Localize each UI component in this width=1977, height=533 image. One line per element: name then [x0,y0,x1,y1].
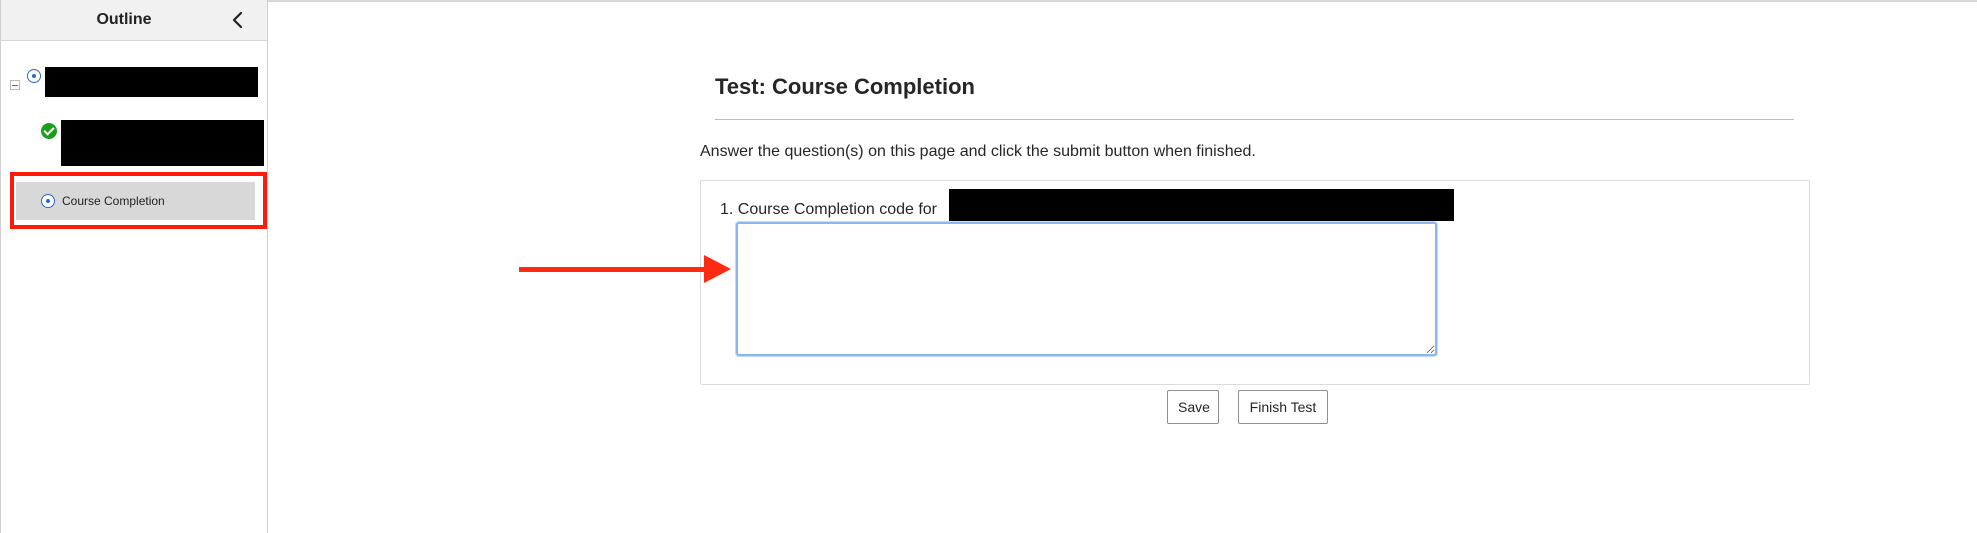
page: Outline Course Completion Test: Course C… [0,0,1977,533]
outline-sidebar: Outline Course Completion [0,0,268,533]
check-circle-icon [41,123,57,139]
radio-selected-icon [41,194,55,208]
sidebar-header: Outline [1,0,267,41]
radio-selected-icon [27,69,41,83]
annotation-arrow-line [519,267,707,272]
question-number: 1. [720,201,734,218]
title-divider [715,119,1794,120]
chevron-left-icon [232,11,243,29]
question-prompt: 1. Course Completion code for [720,201,937,219]
question-text: Course Completion code for [737,201,938,218]
page-title: Test: Course Completion [715,74,975,99]
instructions-text: Answer the question(s) on this page and … [700,143,1256,160]
sidebar-item-label: Course Completion [62,194,165,208]
sidebar-item-module-redacted[interactable] [45,67,258,97]
sidebar-title: Outline [96,11,152,28]
sidebar-item-course-completion[interactable]: Course Completion [16,182,255,220]
sidebar-item-lesson-redacted[interactable] [61,120,264,166]
top-border [0,0,1977,2]
answer-textarea[interactable] [736,222,1437,356]
save-button[interactable]: Save [1167,390,1219,424]
collapse-sidebar-button[interactable] [229,11,247,29]
finish-test-button[interactable]: Finish Test [1238,390,1328,424]
question-text-redacted [949,189,1454,221]
arrow-right-icon [704,255,731,283]
tree-collapse-toggle[interactable] [10,80,20,90]
